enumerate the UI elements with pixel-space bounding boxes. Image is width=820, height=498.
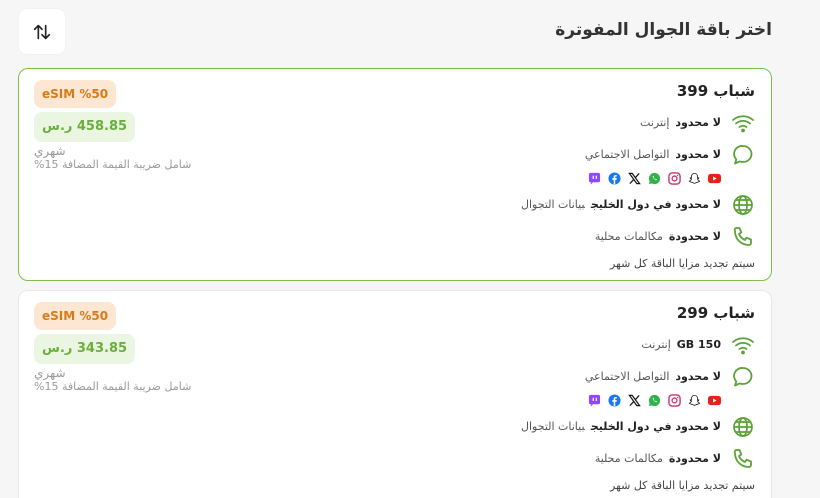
- feature-label: بيانات التجوال: [520, 198, 585, 211]
- globe-icon: [733, 417, 753, 437]
- feature-value: لا محدود: [675, 148, 721, 161]
- vat-note: شامل ضريبة القيمة المضافة 15%: [34, 380, 192, 393]
- plan-name: شباب 299: [676, 304, 755, 322]
- plan-card[interactable]: eSIM %50 343.85 ر.س شهري شامل ضريبة القي…: [18, 290, 772, 498]
- feature-label: مكالمات محلية: [594, 452, 663, 465]
- facebook-icon: [608, 393, 621, 407]
- plan-price-area: eSIM %50 343.85 ر.س شهري شامل ضريبة القي…: [34, 302, 191, 393]
- wifi-icon: [732, 115, 754, 133]
- social-apps-row: [585, 393, 721, 407]
- wifi-icon: [732, 337, 754, 355]
- twitch-icon: [588, 172, 601, 185]
- plan-details: شباب 399 لا محدود إنترنت لا محدود التواصل …: [521, 79, 755, 271]
- feature-social: لا محدود التواصل الاجتماعي: [521, 365, 755, 407]
- sort-button[interactable]: [19, 9, 65, 54]
- vat-note: شامل ضريبة القيمة المضافة 15%: [34, 158, 192, 171]
- feature-social: لا محدود التواصل الاجتماعي: [521, 143, 755, 185]
- youtube-icon: [708, 173, 721, 183]
- twitch-icon: [588, 394, 601, 407]
- x-icon: [628, 172, 641, 184]
- chat-bubble-icon: [733, 367, 753, 387]
- feature-label: بيانات التجوال: [520, 420, 585, 433]
- feature-roaming: لا محدود في دول الخليج بيانات التجوال: [521, 415, 755, 439]
- globe-icon: [733, 195, 753, 215]
- feature-label: إنترنت: [640, 116, 670, 129]
- feature-value: لا محدود في دول الخليج: [590, 420, 721, 433]
- snapchat-icon: [688, 172, 701, 184]
- whatsapp-icon: [648, 172, 661, 184]
- price-badge: 458.85 ر.س: [34, 112, 136, 142]
- feature-value: لا محدود: [675, 116, 721, 129]
- instagram-icon: [668, 393, 681, 407]
- feature-internet: لا محدود إنترنت: [521, 111, 755, 135]
- esim-badge: eSIM %50: [34, 302, 117, 330]
- plan-details: شباب 299 GB 150 إنترنت لا محدود التواصل ال…: [521, 301, 755, 493]
- feature-label: مكالمات محلية: [594, 230, 663, 243]
- billing-period: شهري: [34, 144, 66, 158]
- phone-icon: [733, 449, 752, 468]
- instagram-icon: [668, 171, 681, 185]
- phone-icon: [733, 227, 752, 246]
- feature-value: لا محدود: [675, 370, 721, 383]
- whatsapp-icon: [648, 394, 661, 406]
- feature-value: لا محدود في دول الخليج: [590, 198, 721, 211]
- feature-value: لا محدودة: [668, 452, 721, 465]
- facebook-icon: [608, 171, 621, 185]
- plan-card[interactable]: eSIM %50 458.85 ر.س شهري شامل ضريبة القي…: [18, 68, 772, 281]
- feature-value: لا محدودة: [668, 230, 721, 243]
- renewal-note: سيتم تجديد مزايا الباقة كل شهر: [609, 479, 755, 492]
- feature-label: إنترنت: [641, 338, 671, 351]
- esim-badge: eSIM %50: [34, 80, 117, 108]
- plan-price-area: eSIM %50 458.85 ر.س شهري شامل ضريبة القي…: [34, 80, 191, 171]
- feature-calls: لا محدودة مكالمات محلية: [521, 447, 755, 471]
- snapchat-icon: [688, 394, 701, 406]
- page-title: اختر باقة الجوال المفوترة: [555, 20, 772, 40]
- x-icon: [628, 394, 641, 406]
- plan-name: شباب 399: [676, 82, 755, 100]
- chat-bubble-icon: [733, 145, 753, 165]
- feature-label: التواصل الاجتماعي: [584, 370, 670, 383]
- sort-arrows-icon: [33, 24, 51, 39]
- feature-label: التواصل الاجتماعي: [584, 148, 670, 161]
- feature-calls: لا محدودة مكالمات محلية: [521, 225, 755, 249]
- youtube-icon: [708, 395, 721, 405]
- renewal-note: سيتم تجديد مزايا الباقة كل شهر: [609, 257, 755, 270]
- feature-value: GB 150: [676, 338, 721, 351]
- feature-internet: GB 150 إنترنت: [521, 333, 755, 357]
- price-badge: 343.85 ر.س: [34, 334, 136, 364]
- feature-roaming: لا محدود في دول الخليج بيانات التجوال: [521, 193, 755, 217]
- billing-period: شهري: [34, 366, 66, 380]
- social-apps-row: [585, 171, 721, 185]
